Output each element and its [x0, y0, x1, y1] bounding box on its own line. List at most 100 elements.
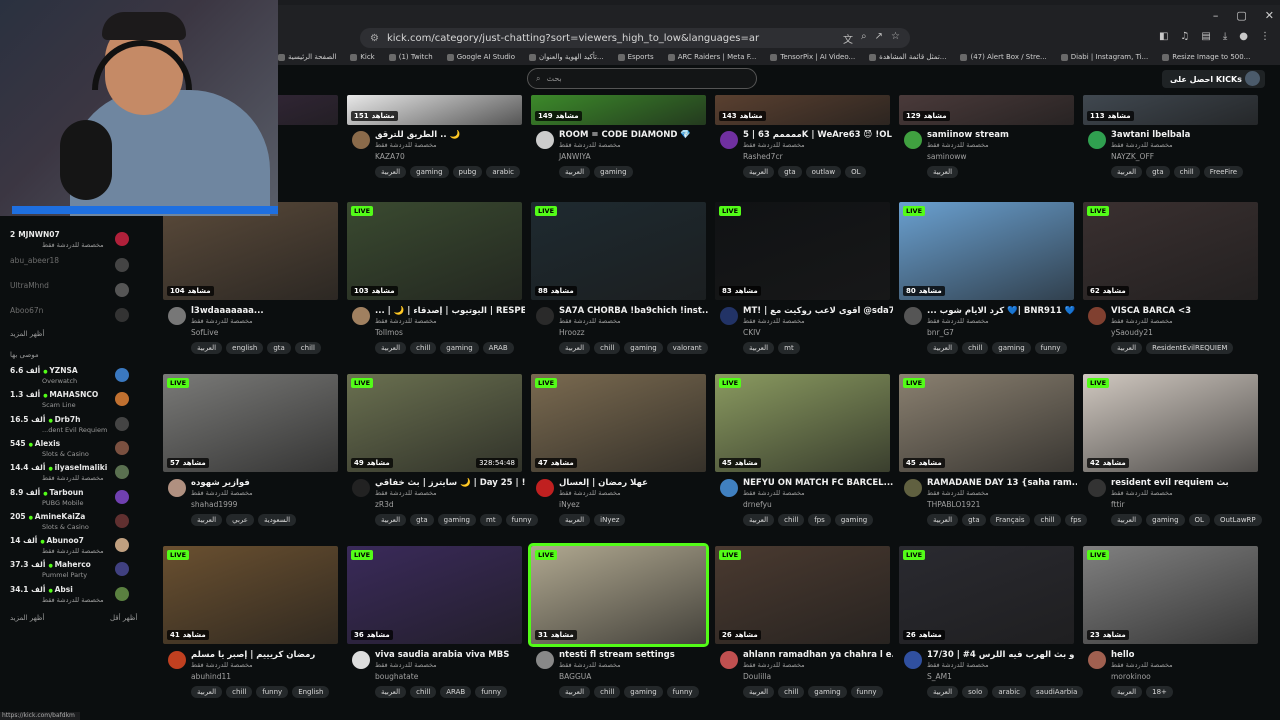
stream-category[interactable]: مخصصة للدردشة فقط: [1111, 489, 1173, 497]
streamer-avatar[interactable]: [536, 651, 554, 669]
tag-chip[interactable]: العربية: [191, 514, 223, 526]
address-bar[interactable]: ⚙ kick.com/category/just-chatting?sort=v…: [360, 28, 910, 48]
streamer-avatar[interactable]: [352, 131, 370, 149]
streamer-name[interactable]: SofLive: [191, 328, 218, 337]
profile-icon[interactable]: ●: [1239, 31, 1248, 42]
streamer-name[interactable]: iNyez: [559, 500, 580, 509]
streamer-avatar[interactable]: [168, 479, 186, 497]
stream-title[interactable]: ROOM = CODE DIAMOND 💎: [559, 130, 709, 140]
tag-chip[interactable]: fps: [1064, 514, 1088, 526]
tag-chip[interactable]: english: [226, 342, 264, 354]
tag-chip[interactable]: العربية: [559, 686, 591, 698]
sidebar-channel[interactable]: 2 MJNWN07 مخصصة للدردشة فقط: [8, 230, 133, 252]
tag-chip[interactable]: العربية: [559, 514, 591, 526]
tag-chip[interactable]: العربية: [559, 166, 591, 178]
stream-title[interactable]: VISCA BARCA <3: [1111, 306, 1261, 316]
stream-category[interactable]: مخصصة للدردشة فقط: [743, 317, 805, 325]
stream-title[interactable]: رمضان كريييم | إصبر يا مسلم: [191, 650, 341, 660]
streamer-avatar[interactable]: [1088, 651, 1106, 669]
streamer-name[interactable]: BAGGUA: [559, 672, 591, 681]
tag-chip[interactable]: gaming: [437, 514, 477, 526]
streamer-avatar[interactable]: [904, 479, 922, 497]
tag-chip[interactable]: gaming: [992, 342, 1031, 354]
tag-chip[interactable]: chill: [962, 342, 989, 354]
stream-thumbnail[interactable]: LIVE 47 مشاهد: [531, 374, 706, 472]
stream-category[interactable]: مخصصة للدردشة فقط: [743, 661, 805, 669]
search-input[interactable]: ⌕ بحث: [527, 68, 757, 89]
site-info-icon[interactable]: ⚙: [370, 33, 379, 44]
tag-chip[interactable]: العربية: [927, 342, 959, 354]
bookmark-star-icon[interactable]: ☆: [891, 31, 900, 46]
tag-chip[interactable]: العربية: [559, 342, 591, 354]
tag-chip[interactable]: العربية: [927, 686, 959, 698]
streamer-avatar[interactable]: [352, 479, 370, 497]
streamer-name[interactable]: shahad1999: [191, 500, 237, 509]
stream-category[interactable]: مخصصة للدردشة فقط: [191, 317, 253, 325]
stream-title[interactable]: فوازير شهوده: [191, 478, 341, 488]
bookmark-item[interactable]: ARC Raiders | Meta F...: [667, 53, 756, 61]
tag-chip[interactable]: العربية: [743, 514, 775, 526]
stream-title[interactable]: ... كرد الايام شوب 💙| BNR911 💙 NOX: [927, 306, 1077, 316]
streamer-name[interactable]: KAZA70: [375, 152, 405, 161]
streamer-name[interactable]: CKIV: [743, 328, 761, 337]
sidebar-channel[interactable]: abu_abeer18: [8, 256, 133, 278]
show-more-link[interactable]: أظهر المزيد: [10, 614, 44, 622]
bookmark-item[interactable]: TensorPix | AI Video...: [770, 53, 855, 61]
streamer-avatar[interactable]: [536, 479, 554, 497]
stream-title[interactable]: samiinow stream: [927, 130, 1077, 140]
tag-chip[interactable]: ARAB: [482, 342, 514, 354]
tag-chip[interactable]: العربية: [1111, 514, 1143, 526]
stream-thumbnail[interactable]: LIVE 45 مشاهد: [899, 374, 1074, 472]
streamer-name[interactable]: THPABLO1921: [927, 500, 980, 509]
streamer-avatar[interactable]: [720, 651, 738, 669]
streamer-name[interactable]: Rashed7cr: [743, 152, 783, 161]
stream-title[interactable]: بث و بث الهرب فيه اللرس 4# | 17/30: [927, 650, 1077, 660]
tag-chip[interactable]: iNyez: [594, 514, 626, 526]
stream-thumbnail[interactable]: LIVE 41 مشاهد: [163, 546, 338, 644]
tag-chip[interactable]: gaming: [808, 686, 847, 698]
tag-chip[interactable]: 18+: [1146, 686, 1173, 698]
tag-chip[interactable]: gta: [778, 166, 802, 178]
tag-chip[interactable]: السعودية: [257, 514, 297, 526]
recommended-channel[interactable]: 205 ● AmineKaiZa Slots & Casino: [8, 512, 133, 534]
tag-chip[interactable]: العربية: [1111, 166, 1143, 178]
tag-chip[interactable]: عربي: [226, 514, 254, 526]
tag-chip[interactable]: العربية: [375, 342, 407, 354]
tag-chip[interactable]: gta: [1146, 166, 1170, 178]
sidebar-channel[interactable]: Aboo67n: [8, 306, 133, 328]
tag-chip[interactable]: arabic: [486, 166, 521, 178]
tag-chip[interactable]: gaming: [410, 166, 449, 178]
user-avatar[interactable]: [1245, 71, 1260, 86]
streamer-avatar[interactable]: [720, 479, 738, 497]
streamer-avatar[interactable]: [536, 131, 554, 149]
bookmark-item[interactable]: Esports: [617, 53, 654, 61]
bookmark-item[interactable]: Resize Image to 500...: [1162, 53, 1250, 61]
streamer-avatar[interactable]: [168, 651, 186, 669]
stream-category[interactable]: مخصصة للدردشة فقط: [375, 317, 437, 325]
tag-chip[interactable]: العربية: [743, 342, 775, 354]
translate-icon[interactable]: 文: [843, 31, 853, 46]
stream-title[interactable]: viva saudia arabia viva MBS: [375, 650, 525, 660]
streamer-name[interactable]: fttir: [1111, 500, 1125, 509]
stream-category[interactable]: مخصصة للدردشة فقط: [927, 317, 989, 325]
stream-category[interactable]: مخصصة للدردشة فقط: [559, 141, 621, 149]
streamer-name[interactable]: morokinoo: [1111, 672, 1151, 681]
stream-category[interactable]: مخصصة للدردشة فقط: [559, 489, 621, 497]
streamer-avatar[interactable]: [352, 651, 370, 669]
tag-chip[interactable]: gaming: [834, 514, 874, 526]
stream-category[interactable]: مخصصة للدردشة فقط: [927, 141, 989, 149]
tag-chip[interactable]: English: [292, 686, 330, 698]
stream-title[interactable]: resident evil requiem بث: [1111, 478, 1261, 488]
bookmark-item[interactable]: الصفحة الرئيسية: [278, 53, 336, 61]
tag-chip[interactable]: FreeFire: [1203, 166, 1244, 178]
stream-thumbnail[interactable]: LIVE 49 مشاهد 328:54:48: [347, 374, 522, 472]
tag-chip[interactable]: gaming: [594, 166, 633, 178]
tag-chip[interactable]: gaming: [1146, 514, 1185, 526]
streamer-name[interactable]: Tollmos: [375, 328, 403, 337]
stream-thumbnail[interactable]: LIVE 23 مشاهد: [1083, 546, 1258, 644]
tag-chip[interactable]: chill: [594, 686, 621, 698]
tag-chip[interactable]: chill: [410, 342, 437, 354]
recommended-channel[interactable]: 14 ألف ● Abunoo7 مخصصة للدردشة فقط: [8, 536, 133, 558]
recommended-channel[interactable]: 1.3 ألف ● MAHASNCO Scam Line: [8, 390, 133, 412]
streamer-avatar[interactable]: [536, 307, 554, 325]
